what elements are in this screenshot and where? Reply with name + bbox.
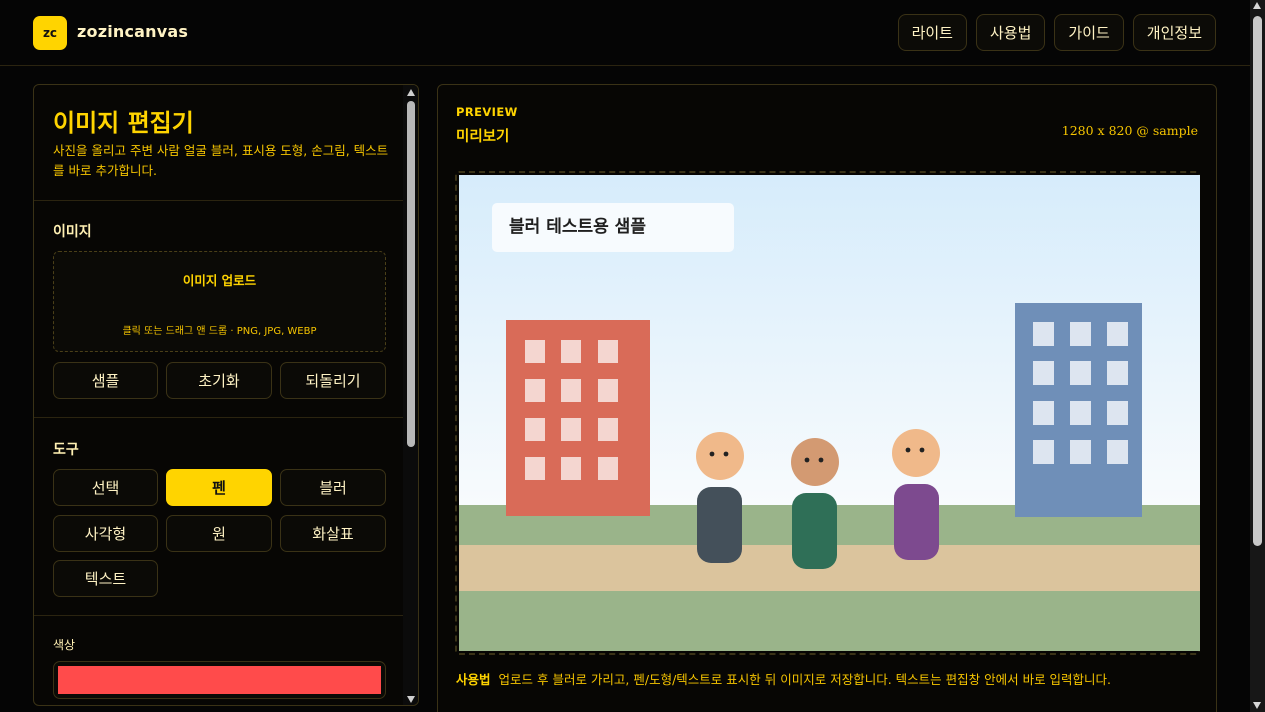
tools-section-label: 도구	[53, 442, 79, 458]
nav-privacy-button[interactable]: 개인정보	[1132, 14, 1216, 51]
building-left	[506, 320, 650, 516]
divider	[34, 417, 403, 418]
color-swatch[interactable]	[58, 666, 381, 694]
page-scrollbar-thumb[interactable]	[1253, 16, 1262, 546]
usage-text: 업로드 후 블러로 가리고, 펜/도형/텍스트로 표시한 뒤 이미지로 저장합니…	[498, 672, 1112, 687]
canvas-frame: 블러 테스트용 샘플	[455, 171, 1200, 655]
image-upload-dropzone[interactable]: 이미지 업로드 클릭 또는 드래그 앤 드롭 · PNG, JPG, WEBP	[53, 251, 386, 352]
preview-title: 미리보기	[456, 129, 510, 145]
color-picker[interactable]	[53, 661, 386, 699]
preview-panel: PREVIEW 미리보기 1280 x 820 @ sample 블러 테스트용…	[437, 84, 1217, 712]
editor-canvas[interactable]: 블러 테스트용 샘플	[459, 175, 1200, 651]
upload-hint: 클릭 또는 드래그 앤 드롭 · PNG, JPG, WEBP	[122, 326, 317, 337]
divider	[34, 615, 403, 616]
editor-description: 사진을 올리고 주변 사람 얼굴 블러, 표시용 도형, 손그림, 텍스트를 바…	[53, 143, 389, 178]
brand-name[interactable]: zozincanvas	[77, 22, 188, 41]
tool-rectangle-button[interactable]: 사각형	[53, 515, 158, 552]
sample-button[interactable]: 샘플	[53, 362, 158, 399]
color-label: 색상	[53, 638, 76, 652]
editor-panel: 이미지 편집기 사진을 올리고 주변 사람 얼굴 블러, 표시용 도형, 손그림…	[33, 84, 419, 706]
undo-button[interactable]: 되돌리기	[280, 362, 386, 399]
tool-select-button[interactable]: 선택	[53, 469, 158, 506]
person-figure	[892, 429, 940, 560]
canvas-size-info: 1280 x 820 @ sample	[1061, 123, 1198, 138]
usage-note: 사용법 업로드 후 블러로 가리고, 펜/도형/텍스트로 표시한 뒤 이미지로 저…	[456, 669, 1111, 688]
divider	[34, 200, 403, 201]
scroll-down-arrow-icon[interactable]	[1253, 702, 1261, 709]
nav-light-mode-button[interactable]: 라이트	[897, 14, 967, 51]
panel-scrollbar[interactable]	[403, 85, 418, 705]
grass-strip	[459, 591, 1200, 651]
scroll-up-arrow-icon[interactable]	[1253, 2, 1261, 9]
building-right	[1015, 303, 1142, 517]
logo-badge[interactable]: zc	[33, 16, 67, 50]
tool-circle-button[interactable]: 원	[166, 515, 272, 552]
nav-usage-button[interactable]: 사용법	[975, 14, 1046, 51]
person-figure	[791, 438, 839, 569]
canvas-label-text: 블러 테스트용 샘플	[509, 217, 646, 237]
app-header: zc zozincanvas 라이트 사용법 가이드 개인정보	[0, 0, 1250, 66]
panel-scroll-up-icon[interactable]	[407, 89, 415, 96]
page-scrollbar[interactable]	[1250, 0, 1265, 712]
tool-blur-button[interactable]: 블러	[280, 469, 386, 506]
face	[791, 438, 839, 486]
tool-text-button[interactable]: 텍스트	[53, 560, 158, 597]
image-section-label: 이미지	[53, 224, 92, 240]
top-nav: 라이트 사용법 가이드 개인정보	[897, 14, 1216, 51]
tool-arrow-button[interactable]: 화살표	[280, 515, 386, 552]
face	[892, 429, 940, 477]
usage-label: 사용법	[456, 672, 491, 687]
person-figure	[696, 432, 744, 563]
preview-kicker: PREVIEW	[456, 105, 518, 119]
reset-button[interactable]: 초기화	[166, 362, 272, 399]
panel-scrollbar-thumb[interactable]	[407, 101, 415, 447]
panel-scroll-down-icon[interactable]	[407, 696, 415, 703]
nav-guide-button[interactable]: 가이드	[1054, 14, 1124, 51]
face	[696, 432, 744, 480]
tool-pen-button[interactable]: 펜	[166, 469, 272, 506]
editor-title: 이미지 편집기	[53, 109, 194, 137]
upload-title: 이미지 업로드	[182, 273, 257, 288]
